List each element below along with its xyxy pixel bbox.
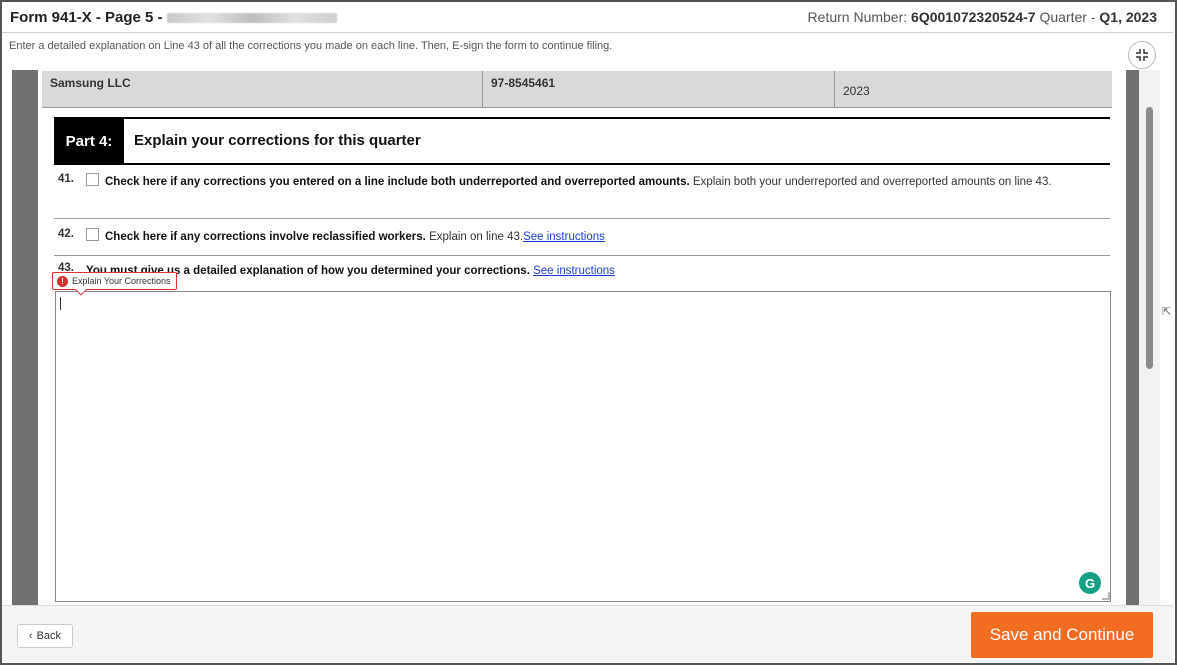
scrollbar[interactable] [1139,70,1160,605]
back-button[interactable]: ‹ Back [17,624,73,648]
instruction-text: Enter a detailed explanation on Line 43 … [9,40,613,52]
form-title: Form 941-X - Page 5 - [10,9,337,26]
line-42-rest: Explain on line 43. [425,231,524,243]
collapse-icon[interactable] [1128,41,1156,69]
error-icon: ! [57,275,68,287]
return-label: Return Number: [807,9,908,25]
back-label: Back [36,630,62,642]
form-title-text: Form 941-X - Page 5 - [10,9,163,26]
line-43-instructions-link[interactable]: See instructions [533,265,615,277]
text-caret [60,297,61,310]
line-41-bold: Check here if any corrections you entere… [105,176,690,188]
tooltip-text: Explain Your Corrections [72,276,171,286]
return-number: 6Q001072320524-7 [911,9,1036,25]
line-41: 41. Check here if any corrections you en… [54,173,1110,219]
explanation-textarea[interactable] [55,291,1111,602]
company-name: Samsung LLC [50,76,131,90]
line-number: 41. [58,173,74,185]
line-41-text: Check here if any corrections you entere… [105,173,1095,191]
line-42-checkbox[interactable] [86,228,99,241]
line-number: 42. [58,228,74,240]
save-and-continue-button[interactable]: Save and Continue [971,612,1153,658]
line-42-bold: Check here if any corrections involve re… [105,231,426,243]
part4-header: Part 4: Explain your corrections for thi… [54,117,1110,165]
quarter-label: Quarter - [1039,9,1096,25]
part-label: Part 4: [54,119,124,163]
resize-handle-icon[interactable] [1102,592,1110,600]
return-info: Return Number: 6Q001072320524-7 Quarter … [808,9,1157,25]
header-bar: Form 941-X - Page 5 - Return Number: 6Q0… [2,2,1173,33]
line-41-checkbox[interactable] [86,173,99,186]
scroll-thumb[interactable] [1146,107,1153,369]
line-43: 43. You must give us a detailed explanat… [54,262,1110,282]
line-42-text: Check here if any corrections involve re… [105,228,605,246]
collapse-arrows-icon [1136,49,1148,61]
grammarly-icon[interactable]: G [1079,572,1101,594]
validation-tooltip: ! Explain Your Corrections [52,272,177,290]
quarter-value: Q1, 2023 [1099,9,1157,25]
mouse-pointer-icon: ⇱ [1162,306,1172,318]
company-ein: 97-8545461 [482,71,834,108]
part-title: Explain your corrections for this quarte… [134,132,421,149]
chevron-left-icon: ‹ [28,630,33,642]
company-year: 2023 [834,71,1112,108]
redacted-name [166,13,337,24]
line-41-rest: Explain both your underreported and over… [689,176,1052,188]
company-info-row: Samsung LLC 97-8545461 2023 [42,71,1112,108]
line-42: 42. Check here if any corrections involv… [54,228,1110,256]
line-42-instructions-link[interactable]: See instructions [523,231,605,243]
